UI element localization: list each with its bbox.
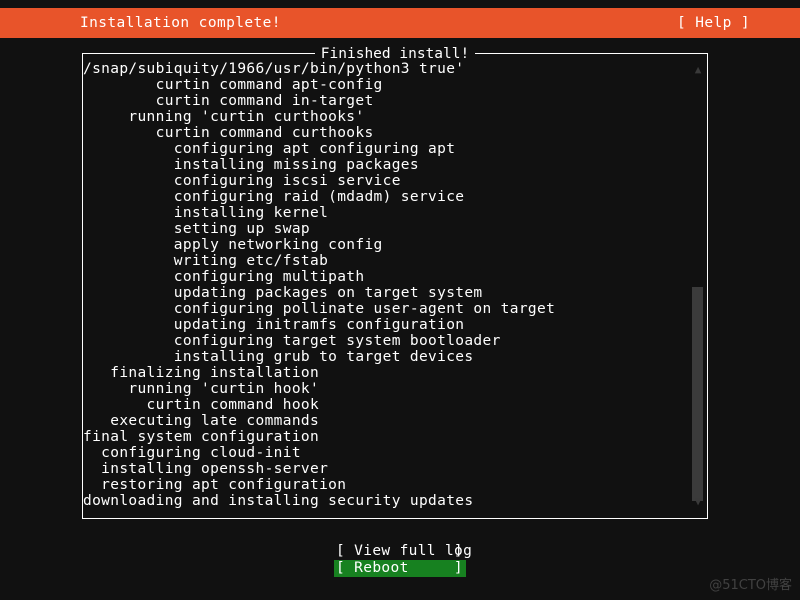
reboot-button[interactable]: ] [ Reboot <box>334 560 466 577</box>
log-line: configuring pollinate user-agent on targ… <box>83 301 556 317</box>
log-line: writing etc/fstab <box>83 253 329 269</box>
button-label: View full log <box>345 543 473 559</box>
log-line: running 'curtin hook' <box>83 381 320 397</box>
log-line: configuring iscsi service <box>83 173 401 189</box>
log-line: curtin command hook <box>83 397 320 413</box>
log-line: curtin command apt-config <box>83 77 383 93</box>
log-line: curtin command curthooks <box>83 125 374 141</box>
header-bar: Installation complete! [ Help ] <box>0 8 800 38</box>
log-line: restoring apt configuration <box>83 477 347 493</box>
log-line: executing late commands <box>83 413 320 429</box>
scroll-up-arrow-icon[interactable]: ▲ <box>693 64 703 75</box>
log-line: curtin command in-target <box>83 93 374 109</box>
log-line: downloading and installing security upda… <box>83 493 474 509</box>
log-line: installing grub to target devices <box>83 349 474 365</box>
log-line: running 'curtin curthooks' <box>83 109 365 125</box>
action-buttons: ][ View full log] [ Reboot <box>0 543 800 577</box>
log-line: installing missing packages <box>83 157 419 173</box>
log-line: installing openssh-server <box>83 461 329 477</box>
page-title: Installation complete! <box>80 15 281 31</box>
installer-screen: Installation complete! [ Help ] Finished… <box>0 0 800 600</box>
log-line: /snap/subiquity/1966/usr/bin/python3 tru… <box>83 61 465 77</box>
button-label: Reboot <box>345 560 409 576</box>
log-line: configuring apt configuring apt <box>83 141 456 157</box>
log-line: configuring raid (mdadm) service <box>83 189 465 205</box>
log-line: configuring target system bootloader <box>83 333 501 349</box>
log-line: updating packages on target system <box>83 285 483 301</box>
log-line: updating initramfs configuration <box>83 317 465 333</box>
scroll-down-arrow-icon[interactable]: ▼ <box>693 496 703 507</box>
log-line: apply networking config <box>83 237 383 253</box>
log-line: final system configuration <box>83 429 320 445</box>
installer-log-output: /snap/subiquity/1966/usr/bin/python3 tru… <box>83 61 687 511</box>
scrollbar-thumb[interactable] <box>692 287 703 501</box>
view-full-log-button[interactable]: ][ View full log <box>334 543 472 560</box>
log-line: configuring cloud-init <box>83 445 301 461</box>
button-bracket-right: ] <box>453 560 463 576</box>
log-line: finalizing installation <box>83 365 320 381</box>
log-scrollbar[interactable]: ▲ ▼ <box>690 55 706 517</box>
button-bracket-left: [ <box>336 560 346 576</box>
log-line: configuring multipath <box>83 269 365 285</box>
button-bracket-left: [ <box>336 543 346 559</box>
log-line: setting up swap <box>83 221 310 237</box>
watermark: @51CTO博客 <box>709 578 792 593</box>
help-button[interactable]: [ Help ] <box>677 8 750 38</box>
log-line: installing kernel <box>83 205 329 221</box>
